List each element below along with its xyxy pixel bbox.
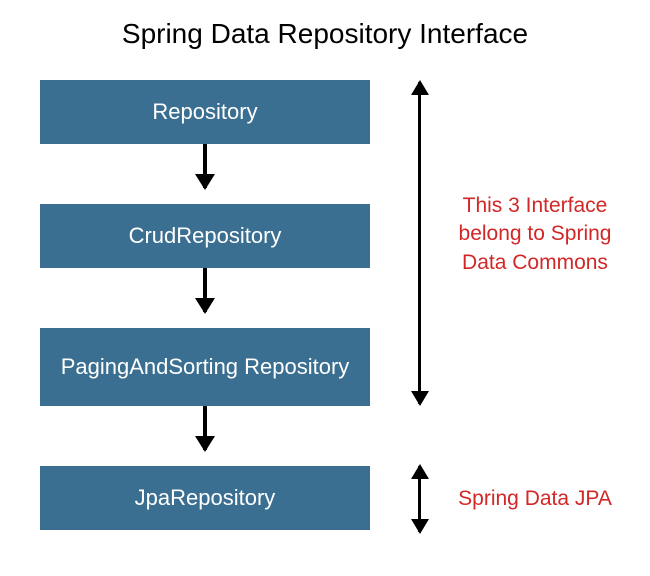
annotation-jpa: Spring Data JPA: [450, 485, 620, 513]
diagram-canvas: Repository CrudRepository PagingAndSorti…: [40, 80, 610, 560]
box-pagingandsorting: PagingAndSorting Repository: [40, 328, 370, 406]
bracket-jpa: [418, 466, 421, 532]
box-jparepository: JpaRepository: [40, 466, 370, 530]
annotation-commons: This 3 Interface belong to Spring Data C…: [450, 192, 620, 277]
arrow-down-icon: [203, 144, 207, 188]
arrow-down-icon: [203, 268, 207, 312]
diagram-title: Spring Data Repository Interface: [0, 0, 650, 50]
box-label: PagingAndSorting Repository: [61, 353, 350, 381]
box-label: Repository: [152, 98, 257, 126]
arrow-down-icon: [203, 406, 207, 450]
box-repository: Repository: [40, 80, 370, 144]
box-crudrepository: CrudRepository: [40, 204, 370, 268]
bracket-commons: [418, 82, 421, 404]
box-label: JpaRepository: [135, 484, 276, 512]
box-label: CrudRepository: [129, 222, 282, 250]
